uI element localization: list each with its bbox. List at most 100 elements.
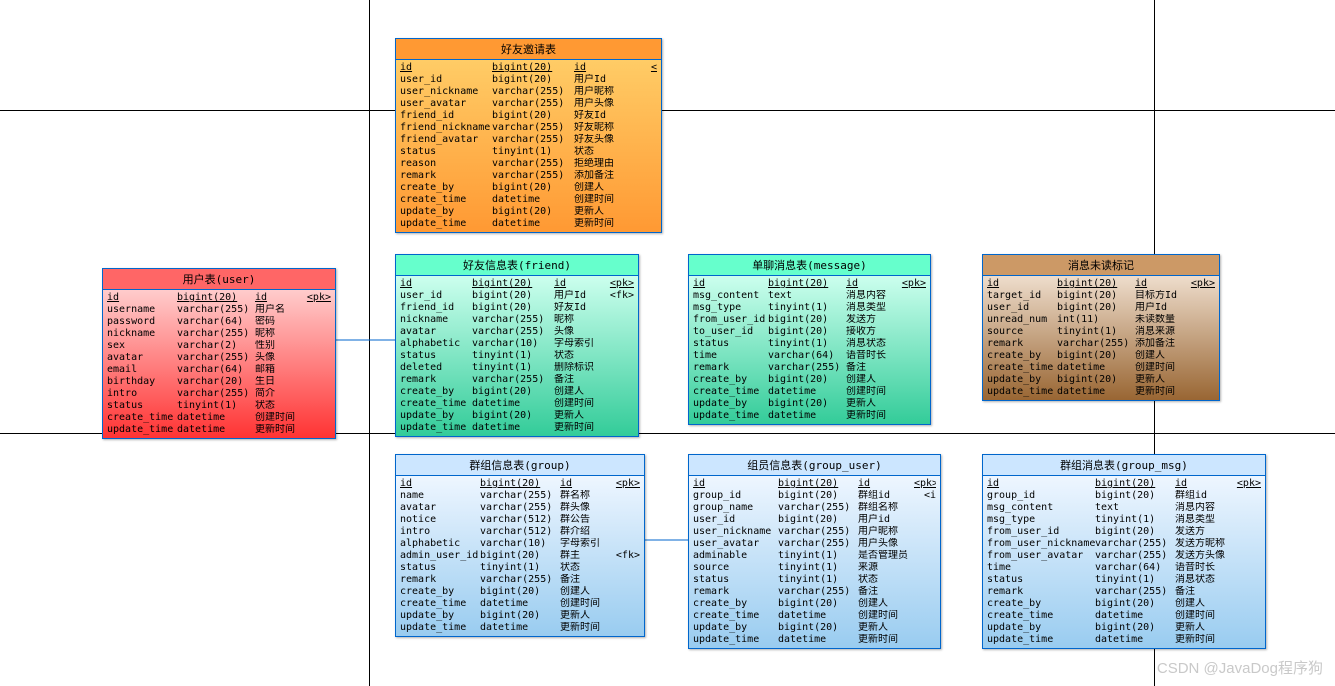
column-row: update_timedatetime更新时间 xyxy=(400,218,657,230)
column-row: introvarchar(512)群介绍 xyxy=(400,526,640,538)
column-row: idbigint(20)id<pk> xyxy=(693,278,926,290)
entity-group[interactable]: 群组信息表(group)idbigint(20)id<pk>namevarcha… xyxy=(395,454,645,637)
col-desc: 好友Id xyxy=(574,110,629,122)
col-key xyxy=(612,622,640,634)
col-desc: 群组id xyxy=(858,490,914,502)
col-name: remark xyxy=(400,374,472,386)
col-name: remark xyxy=(693,362,768,374)
col-desc: 发送方 xyxy=(1175,526,1233,538)
column-row: usernamevarchar(255)用户名 xyxy=(107,304,331,316)
col-type: bigint(20) xyxy=(778,622,858,634)
col-name: user_id xyxy=(987,302,1057,314)
col-type: datetime xyxy=(480,622,560,634)
column-row: reasonvarchar(255)拒绝理由 xyxy=(400,158,657,170)
col-desc: 更新人 xyxy=(1135,374,1187,386)
col-type: bigint(20) xyxy=(472,410,554,422)
col-type: varchar(255) xyxy=(177,352,255,364)
col-name: id xyxy=(400,278,472,290)
col-key xyxy=(612,514,640,526)
col-type: bigint(20) xyxy=(768,398,846,410)
entity-invite[interactable]: 好友邀请表idbigint(20)id<user_idbigint(20)用户I… xyxy=(395,38,662,233)
col-name: update_by xyxy=(693,398,768,410)
col-name: update_time xyxy=(693,410,768,422)
col-key xyxy=(914,526,936,538)
column-row: nicknamevarchar(255)昵称 xyxy=(400,314,634,326)
col-type: bigint(20) xyxy=(480,586,560,598)
col-key xyxy=(898,410,926,422)
col-desc: 群组名称 xyxy=(858,502,914,514)
col-type: bigint(20) xyxy=(1095,490,1175,502)
col-key xyxy=(303,304,331,316)
col-key xyxy=(898,362,926,374)
col-key: <pk> xyxy=(898,278,926,290)
col-type: varchar(64) xyxy=(177,364,255,376)
column-row: update_bybigint(20)更新人 xyxy=(400,410,634,422)
col-name: status xyxy=(400,350,472,362)
column-row: alphabeticvarchar(10)字母索引 xyxy=(400,538,640,550)
col-type: tinyint(1) xyxy=(1095,574,1175,586)
entity-group_user[interactable]: 组员信息表(group_user)idbigint(20)id<pk>group… xyxy=(688,454,941,649)
col-type: tinyint(1) xyxy=(492,146,574,158)
entity-user[interactable]: 用户表(user)idbigint(20)id<pk>usernamevarch… xyxy=(102,268,336,439)
col-desc: 消息内容 xyxy=(1175,502,1233,514)
column-row: idbigint(20)id<pk> xyxy=(693,478,936,490)
col-name: group_id xyxy=(693,490,778,502)
col-key: <pk> xyxy=(1187,278,1215,290)
col-key xyxy=(914,562,936,574)
column-row: update_bybigint(20)更新人 xyxy=(400,206,657,218)
column-row: unread_numint(11)未读数量 xyxy=(987,314,1215,326)
column-row: avatarvarchar(255)头像 xyxy=(400,326,634,338)
col-type: bigint(20) xyxy=(768,374,846,386)
col-type: varchar(255) xyxy=(492,122,574,134)
column-row: timevarchar(64)语音时长 xyxy=(693,350,926,362)
col-key xyxy=(612,490,640,502)
entity-message[interactable]: 单聊消息表(message) idbigint(20)id<pk>msg_cont… xyxy=(688,254,931,425)
col-type: bigint(20) xyxy=(472,302,554,314)
col-name: status xyxy=(693,338,768,350)
col-desc: 发送方 xyxy=(846,314,898,326)
col-desc: 来源 xyxy=(858,562,914,574)
col-name: create_by xyxy=(693,374,768,386)
col-key xyxy=(898,338,926,350)
entity-unread[interactable]: 消息未读标记idbigint(20)id<pk>target_idbigint(… xyxy=(982,254,1220,401)
entity-friend[interactable]: 好友信息表(friend)idbigint(20)id<pk>user_idbi… xyxy=(395,254,639,437)
col-type: tinyint(1) xyxy=(1095,514,1175,526)
col-desc: 字母索引 xyxy=(554,338,606,350)
column-row: statustinyint(1)状态 xyxy=(400,562,640,574)
entity-title: 单聊消息表(message) xyxy=(689,255,930,276)
col-desc: 备注 xyxy=(846,362,898,374)
col-name: create_by xyxy=(693,598,778,610)
col-type: bigint(20) xyxy=(1095,598,1175,610)
col-key xyxy=(606,326,634,338)
col-desc: 目标方Id xyxy=(1135,290,1187,302)
column-row: remarkvarchar(255)备注 xyxy=(693,586,936,598)
col-key xyxy=(606,422,634,434)
col-name: create_by xyxy=(400,586,480,598)
col-type: bigint(20) xyxy=(472,290,554,302)
column-row: create_bybigint(20)创建人 xyxy=(400,386,634,398)
column-row: idbigint(20)id<pk> xyxy=(400,478,640,490)
col-name: update_by xyxy=(400,410,472,422)
col-type: bigint(20) xyxy=(778,490,858,502)
col-type: datetime xyxy=(472,422,554,434)
col-key xyxy=(303,376,331,388)
col-desc: 创建人 xyxy=(858,598,914,610)
col-desc: 接收方 xyxy=(846,326,898,338)
col-name: group_name xyxy=(693,502,778,514)
column-row: emailvarchar(64)邮箱 xyxy=(107,364,331,376)
col-desc: 好友头像 xyxy=(574,134,629,146)
column-row: admin_user_idbigint(20)群主<fk> xyxy=(400,550,640,562)
column-row: remarkvarchar(255)备注 xyxy=(400,574,640,586)
column-row: nicknamevarchar(255)昵称 xyxy=(107,328,331,340)
col-desc: 群公告 xyxy=(560,514,612,526)
column-row: avatarvarchar(255)头像 xyxy=(107,352,331,364)
col-key xyxy=(1187,350,1215,362)
col-type: text xyxy=(768,290,846,302)
column-row: from_user_idbigint(20)发送方 xyxy=(693,314,926,326)
col-type: varchar(255) xyxy=(1095,538,1175,550)
col-desc: 创建人 xyxy=(560,586,612,598)
entity-group_msg[interactable]: 群组消息表(group_msg)idbigint(20)id<pk>group_… xyxy=(982,454,1266,649)
col-name: user_nickname xyxy=(400,86,492,98)
column-row: msg_contenttext消息内容 xyxy=(693,290,926,302)
col-desc: 删除标识 xyxy=(554,362,606,374)
